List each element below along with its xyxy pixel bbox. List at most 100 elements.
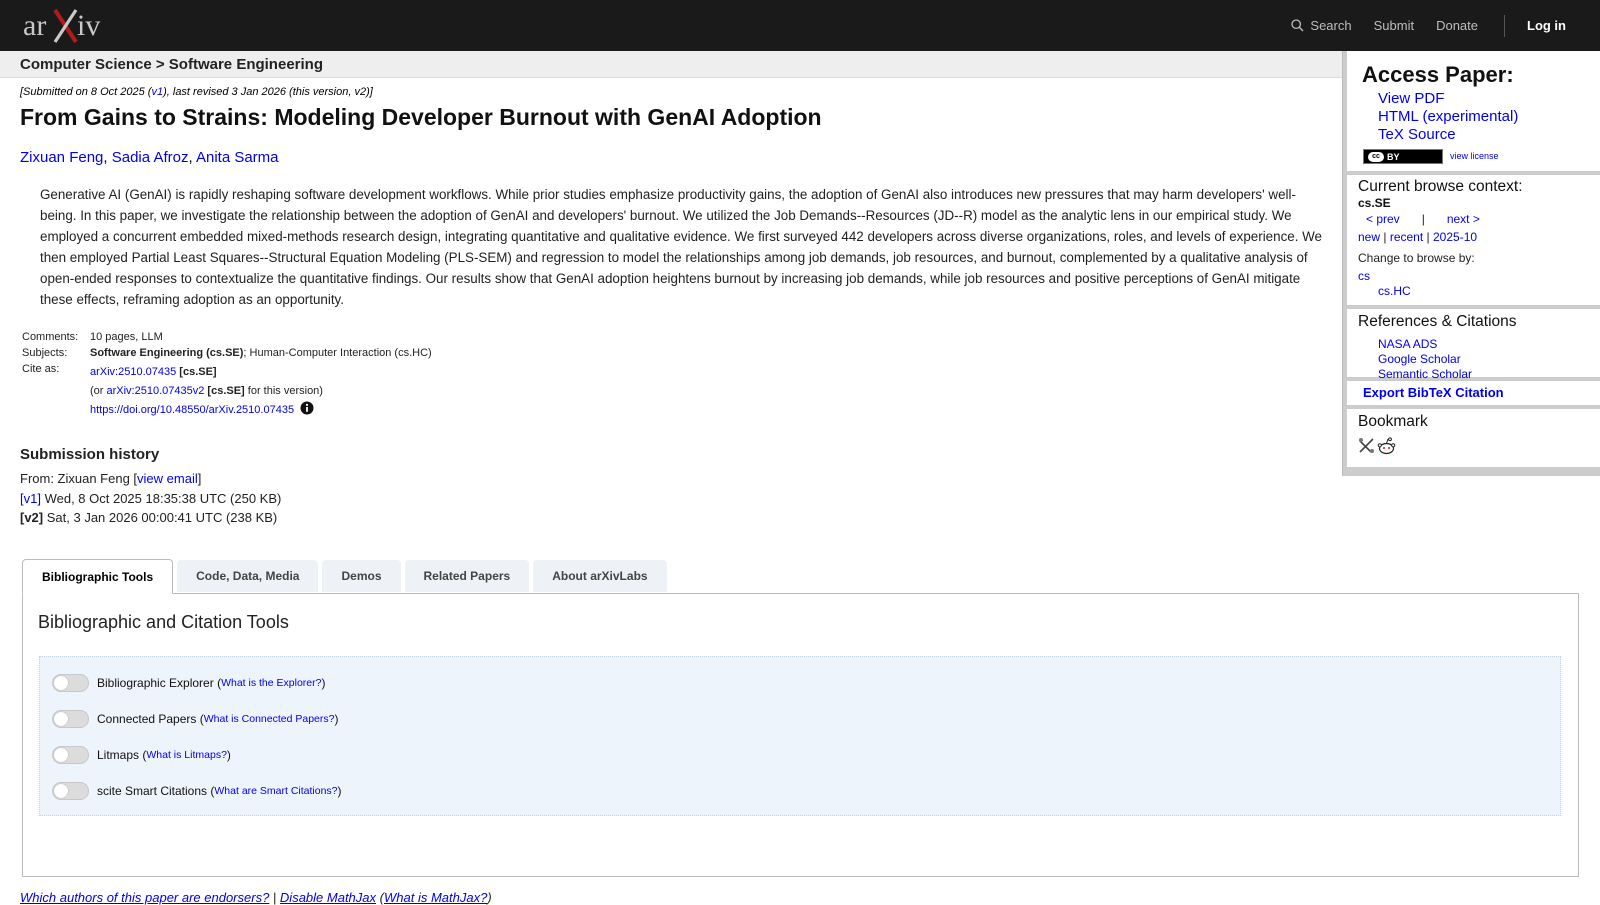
tab-code-data-media[interactable]: Code, Data, Media — [177, 560, 319, 592]
version-v2-label: [v2] — [20, 510, 44, 525]
new-link[interactable]: new — [1358, 230, 1380, 244]
references-links: NASA ADS Google Scholar Semantic Scholar — [1378, 337, 1472, 382]
browse-context-box: Current browse context: cs.SE < prev | nex… — [1347, 175, 1600, 305]
scite-toggle[interactable] — [52, 782, 89, 800]
tool-row-connected-papers: Connected Papers (What is Connected Pape… — [52, 709, 339, 729]
login-link[interactable]: Log in — [1527, 18, 1566, 33]
access-paper-title: Access Paper: — [1362, 62, 1514, 87]
version-v1-date: Wed, 8 Oct 2025 18:35:38 UTC (250 KB) — [40, 490, 282, 506]
what-are-smart-citations-link[interactable]: What are Smart Citations? — [214, 785, 337, 797]
submission-history: Submission history From: Zixuan Feng [vi… — [20, 446, 281, 528]
tex-source-link[interactable]: TeX Source — [1378, 126, 1518, 144]
cite-v2-link[interactable]: arXiv:2510.07435v2 — [107, 385, 205, 397]
semantic-scholar-link[interactable]: Semantic Scholar — [1378, 367, 1472, 382]
version-row: [v2] Sat, 3 Jan 2026 00:00:41 UTC (238 K… — [20, 508, 281, 528]
view-pdf-link[interactable]: View PDF — [1378, 90, 1518, 108]
footer-sep: | — [269, 890, 280, 905]
tool-row-litmaps: Litmaps (What is Litmaps?) — [52, 745, 231, 765]
month-link[interactable]: 2025-10 — [1433, 230, 1477, 244]
search-icon — [1291, 19, 1304, 32]
recent-link[interactable]: recent — [1390, 230, 1423, 244]
secondary-subjects: ; Human-Computer Interaction (cs.HC) — [243, 347, 432, 359]
export-bibtex-link[interactable]: Export BibTeX Citation — [1363, 385, 1504, 400]
subjects-label: Subjects: — [22, 347, 68, 359]
toggle-knob — [54, 712, 68, 726]
donate-link[interactable]: Donate — [1436, 18, 1478, 33]
bibsonomy-icon[interactable] — [1358, 437, 1375, 461]
cite-label: Cite as: — [22, 363, 60, 375]
tab-bibliographic-tools[interactable]: Bibliographic Tools — [22, 559, 174, 594]
cite-category: [cs.SE] — [179, 366, 217, 378]
search-link[interactable]: Search — [1291, 18, 1352, 33]
search-label: Search — [1310, 18, 1352, 33]
version-v2-date: Sat, 3 Jan 2026 00:00:41 UTC (238 KB) — [43, 510, 278, 525]
tool-label: Connected Papers — [97, 712, 197, 726]
access-paper-box: Access Paper: View PDF HTML (experimenta… — [1347, 51, 1600, 171]
bookmark-box: Bookmark — [1347, 409, 1600, 467]
view-license-link[interactable]: view license — [1450, 151, 1499, 161]
litmaps-toggle[interactable] — [52, 746, 89, 764]
metadata-table: Comments: 10 pages, LLM Subjects: Softwa… — [20, 329, 434, 422]
submitter-text: From: Zixuan Feng [ — [20, 471, 138, 486]
view-email-link[interactable]: view email — [137, 471, 198, 486]
top-bar: ar iv Search Submit Donate Log in — [0, 0, 1600, 51]
bookmark-title: Bookmark — [1358, 413, 1428, 430]
cc-by-license-badge[interactable]: cc BY — [1363, 149, 1443, 164]
reddit-icon[interactable] — [1377, 437, 1396, 461]
cc-by-text: BY — [1387, 151, 1400, 162]
google-scholar-link[interactable]: Google Scholar — [1378, 352, 1472, 367]
prev-link[interactable]: < prev — [1366, 212, 1400, 226]
what-is-explorer-link[interactable]: What is the Explorer? — [221, 677, 321, 689]
author-link[interactable]: Sadia Afroz — [112, 149, 189, 166]
tab-panel: Bibliographic and Citation Tools Bibliog… — [22, 593, 1579, 877]
cite-v2-category: [cs.SE] — [207, 385, 245, 397]
what-is-mathjax-link[interactable]: What is MathJax? — [384, 890, 487, 905]
author-link[interactable]: Anita Sarma — [196, 149, 279, 166]
bibtex-box: Export BibTeX Citation — [1347, 381, 1600, 405]
version-v1-link[interactable]: [v1] — [20, 491, 41, 506]
nasa-ads-link[interactable]: NASA ADS — [1378, 337, 1472, 352]
author-list: Zixuan Feng, Sadia Afroz, Anita Sarma — [20, 149, 279, 166]
tool-row-explorer: Bibliographic Explorer (What is the Expl… — [52, 673, 325, 693]
cite-value: arXiv:2510.07435 [cs.SE] (or arXiv:2510.… — [88, 361, 434, 422]
dateline-suffix: ), last revised 3 Jan 2026 (this version… — [163, 86, 373, 98]
disable-mathjax-link[interactable]: Disable MathJax — [280, 890, 376, 905]
comments-value: 10 pages, LLM — [90, 331, 163, 343]
tab-related-papers[interactable]: Related Papers — [404, 560, 530, 592]
next-link[interactable]: next > — [1447, 212, 1480, 226]
connected-papers-toggle[interactable] — [52, 710, 89, 728]
tools-heading: Bibliographic and Citation Tools — [38, 612, 289, 632]
v1-link[interactable]: v1 — [151, 86, 163, 98]
submitter-close: ] — [197, 471, 202, 486]
arxiv-logo[interactable]: ar iv — [22, 6, 112, 46]
what-is-litmaps-link[interactable]: What is Litmaps? — [146, 749, 227, 761]
labs-tabs: Bibliographic Tools Code, Data, Media De… — [22, 559, 671, 594]
subjects-value: Software Engineering (cs.SE); Human-Comp… — [88, 345, 434, 361]
html-experimental-link[interactable]: HTML (experimental) — [1378, 108, 1518, 126]
doi-link[interactable]: https://doi.org/10.48550/arXiv.2510.0743… — [90, 404, 294, 416]
submission-dateline: [Submitted on 8 Oct 2025 (v1), last revi… — [20, 86, 373, 98]
submitter-row: From: Zixuan Feng [view email] — [20, 469, 281, 489]
top-nav: Search Submit Donate Log in — [1269, 0, 1566, 51]
tool-row-scite: scite Smart Citations (What are Smart Ci… — [52, 781, 342, 801]
browse-cs-hc-link[interactable]: cs.HC — [1378, 284, 1411, 298]
cite-id-link[interactable]: arXiv:2510.07435 — [90, 366, 176, 378]
tab-demos[interactable]: Demos — [322, 560, 401, 592]
dateline-prefix: [Submitted on 8 Oct 2025 ( — [20, 86, 152, 98]
endorsers-link[interactable]: Which authors of this paper are endorser… — [20, 890, 269, 905]
footer-links: Which authors of this paper are endorser… — [20, 890, 492, 905]
author-link[interactable]: Zixuan Feng — [20, 149, 103, 166]
tool-label: Litmaps — [97, 748, 140, 762]
info-icon[interactable] — [300, 401, 314, 415]
prev-next-nav: < prev | next > — [1366, 212, 1480, 226]
cc-icon: cc — [1368, 151, 1384, 162]
browse-cs-link[interactable]: cs — [1358, 269, 1370, 283]
references-box: References & Citations NASA ADS Google S… — [1347, 309, 1600, 381]
toggle-knob — [54, 748, 68, 762]
explorer-toggle[interactable] — [52, 674, 89, 692]
breadcrumb-bar: Computer Science > Software Engineering — [0, 51, 1342, 78]
what-is-connected-papers-link[interactable]: What is Connected Papers? — [204, 713, 335, 725]
tab-about-arxivlabs[interactable]: About arXivLabs — [533, 560, 667, 592]
submit-link[interactable]: Submit — [1374, 18, 1414, 33]
prev-next-separator: | — [1421, 212, 1425, 226]
